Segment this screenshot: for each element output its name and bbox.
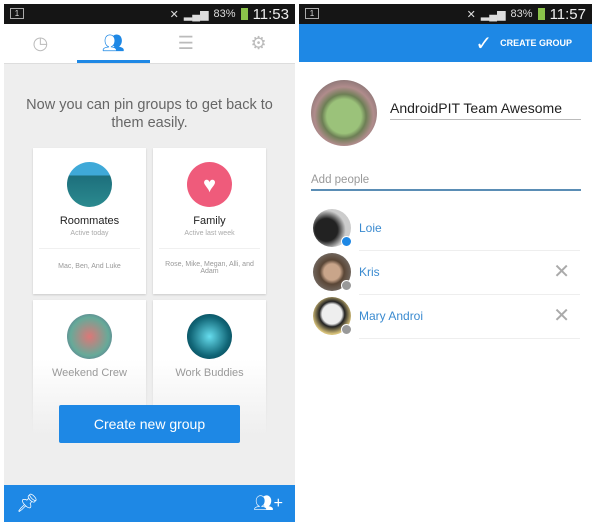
mute-icon: ✕ bbox=[466, 8, 476, 21]
group-avatar bbox=[67, 314, 112, 359]
group-name: Roommates bbox=[59, 215, 120, 227]
group-members: Rose, Mike, Megan, Alli, and Adam bbox=[159, 248, 260, 275]
groups-content: Now you can pin groups to get back to th… bbox=[4, 64, 295, 485]
divider bbox=[359, 250, 580, 251]
group-name: Family bbox=[193, 215, 226, 227]
status-bar: 1 ✕ ▂▄▆ 83% 11:53 bbox=[4, 4, 295, 24]
signal-icon: ▂▄▆ bbox=[480, 8, 506, 21]
create-group-header: ✓ CREATE GROUP bbox=[299, 24, 592, 62]
group-card-family[interactable]: ♥ Family Active last week Rose, Mike, Me… bbox=[153, 148, 266, 294]
person-row[interactable]: Mary Androi ✕ bbox=[311, 297, 580, 341]
group-card-roommates[interactable]: Roommates Active today Mac, Ben, And Luk… bbox=[33, 148, 146, 294]
tab-bar: ◷ 👥︎ ☰ ⚙ bbox=[4, 24, 295, 64]
groups-screen: 1 ✕ ▂▄▆ 83% 11:53 ◷ 👥︎ ☰ ⚙ Now you can p… bbox=[4, 4, 295, 522]
group-avatar bbox=[187, 314, 232, 359]
bottom-bar: 📌︎ 👥︎+ bbox=[4, 485, 295, 522]
group-activity: Active last week bbox=[184, 230, 235, 237]
person-name: Loie bbox=[359, 221, 382, 235]
check-icon[interactable]: ✓ bbox=[475, 31, 492, 56]
tab-recent[interactable]: ◷ bbox=[4, 24, 77, 63]
create-group-screen: 1 ✕ ▂▄▆ 83% 11:57 ✓ CREATE GROUP Android… bbox=[299, 4, 592, 522]
battery-percent: 83% bbox=[213, 8, 236, 20]
remove-icon[interactable]: ✕ bbox=[553, 303, 570, 328]
tab-groups[interactable]: 👥︎ bbox=[76, 24, 150, 63]
group-name: Weekend Crew bbox=[52, 367, 127, 379]
notification-icon: 1 bbox=[10, 8, 24, 19]
divider bbox=[359, 294, 580, 295]
clock-icon: ◷ bbox=[32, 33, 49, 53]
person-row[interactable]: Kris ✕ bbox=[311, 253, 580, 297]
divider bbox=[359, 338, 580, 339]
add-group-icon[interactable]: 👥︎+ bbox=[253, 493, 283, 513]
person-row[interactable]: Loie bbox=[311, 209, 580, 253]
pin-icon[interactable]: 📌︎ bbox=[16, 493, 39, 514]
list-icon: ☰ bbox=[177, 33, 194, 53]
gear-icon: ⚙ bbox=[250, 33, 267, 53]
pin-message: Now you can pin groups to get back to th… bbox=[26, 97, 273, 131]
group-members: Mac, Ben, And Luke bbox=[39, 248, 140, 270]
group-photo[interactable] bbox=[311, 80, 377, 146]
groups-icon: 👥︎ bbox=[101, 33, 125, 53]
heart-icon: ♥ bbox=[187, 162, 232, 207]
battery-percent: 83% bbox=[510, 8, 533, 20]
create-new-group-button[interactable]: Create new group bbox=[59, 405, 240, 443]
signal-icon: ▂▄▆ bbox=[183, 8, 209, 21]
tab-people[interactable]: ☰ bbox=[150, 24, 223, 63]
group-name-input[interactable]: AndroidPIT Team Awesome bbox=[390, 100, 581, 120]
create-group-button[interactable]: CREATE GROUP bbox=[500, 38, 572, 48]
messenger-icon bbox=[341, 236, 352, 247]
tab-settings[interactable]: ⚙ bbox=[222, 24, 295, 63]
mute-icon: ✕ bbox=[169, 8, 179, 21]
add-people-input[interactable]: Add people bbox=[311, 174, 581, 191]
group-avatar bbox=[67, 162, 112, 207]
notification-icon: 1 bbox=[305, 8, 319, 19]
clock: 11:57 bbox=[549, 5, 586, 23]
battery-icon bbox=[240, 8, 248, 20]
remove-icon[interactable]: ✕ bbox=[553, 259, 570, 284]
facebook-icon bbox=[341, 324, 352, 335]
battery-icon bbox=[537, 8, 545, 20]
group-activity: Active today bbox=[70, 230, 109, 237]
group-name: Work Buddies bbox=[175, 367, 244, 379]
person-name: Mary Androi bbox=[359, 309, 424, 323]
facebook-icon bbox=[341, 280, 352, 291]
clock: 11:53 bbox=[252, 5, 289, 23]
status-bar: 1 ✕ ▂▄▆ 83% 11:57 bbox=[299, 4, 592, 24]
person-name: Kris bbox=[359, 265, 380, 279]
